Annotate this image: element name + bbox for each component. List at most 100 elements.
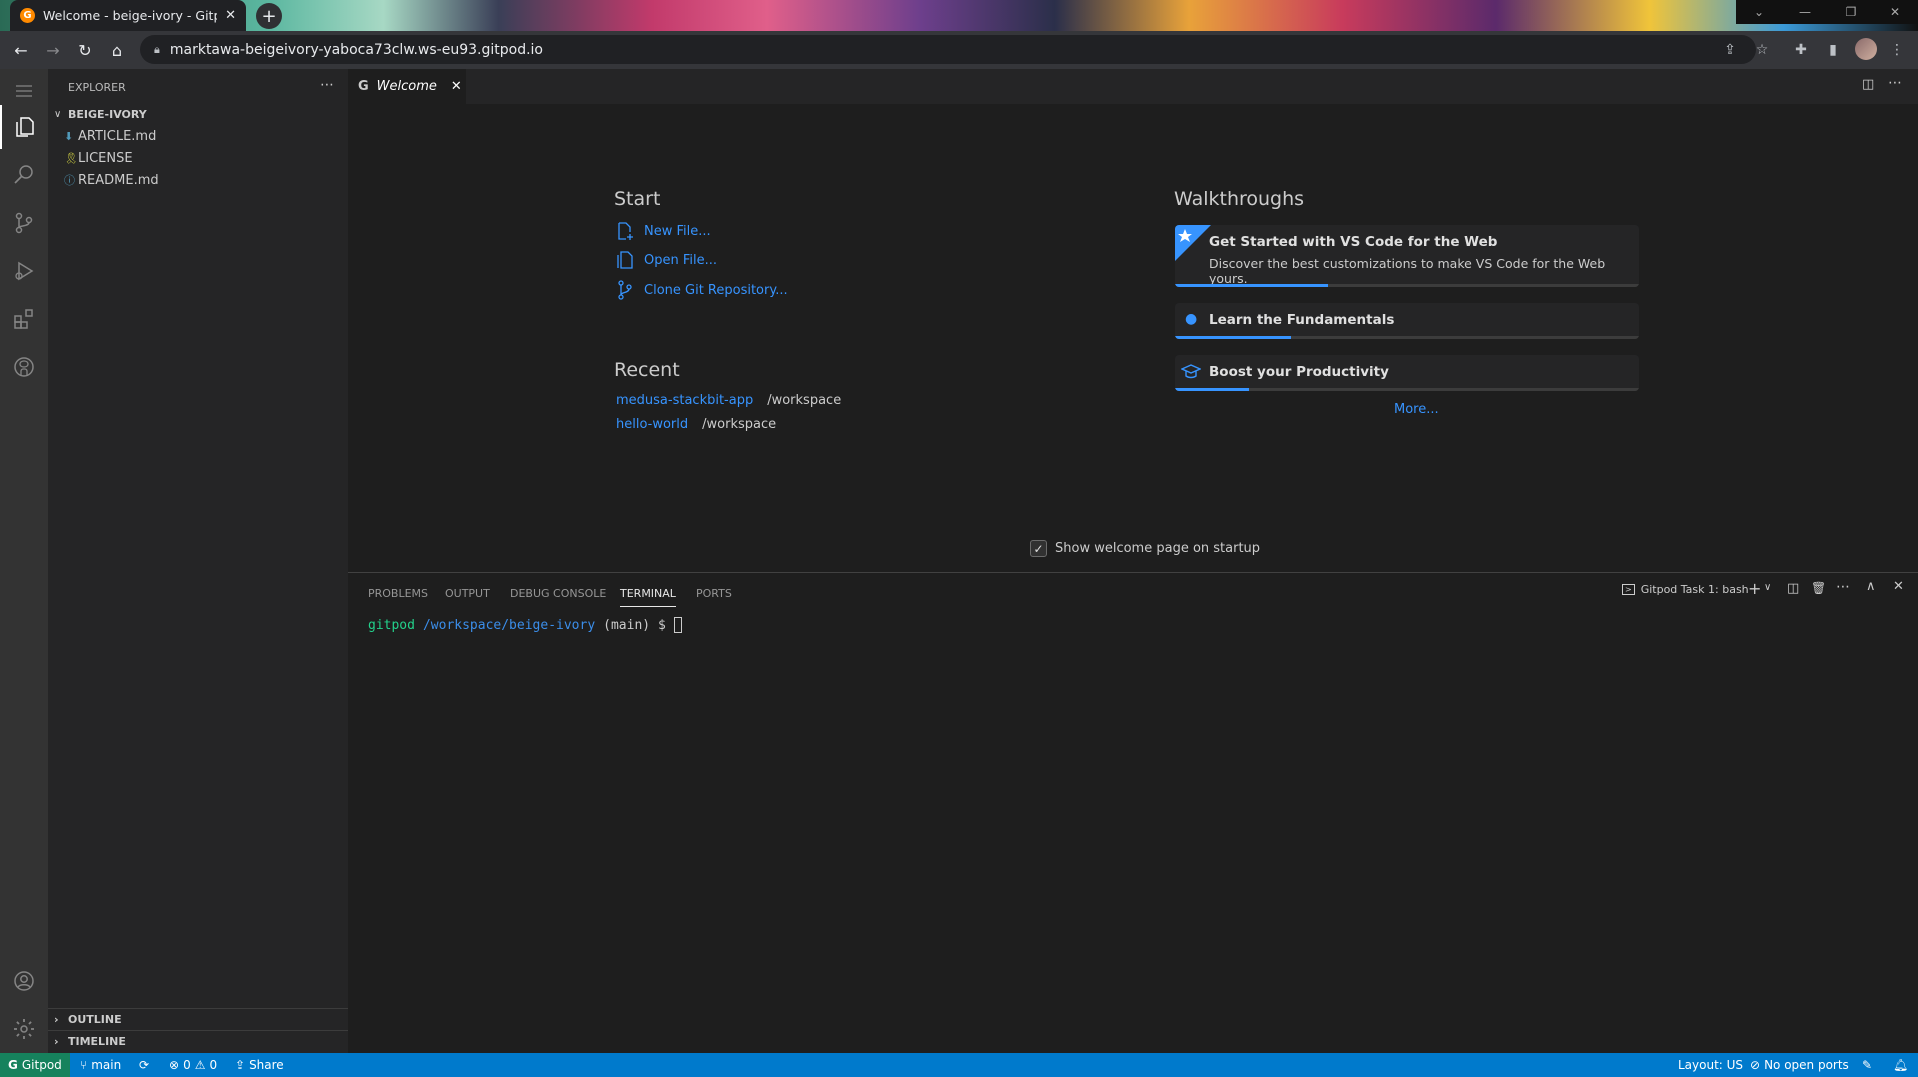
feedback-icon[interactable]: ✎ xyxy=(1862,1053,1872,1077)
browser-tab[interactable]: G Welcome - beige-ivory - Gitpod ✕ xyxy=(10,0,246,31)
walkthrough-card[interactable]: Get Started with VS Code for the Web Dis… xyxy=(1175,225,1639,287)
split-terminal-icon[interactable]: ◫ xyxy=(1787,581,1799,596)
terminal-cursor xyxy=(673,617,682,633)
start-heading: Start xyxy=(614,188,661,210)
file-item[interactable]: 🎗︎ LICENSE xyxy=(48,147,348,169)
error-icon: ⊗ xyxy=(169,1058,180,1072)
browser-menu-icon[interactable]: ⋮ xyxy=(1886,39,1908,61)
timeline-section[interactable]: › TIMELINE xyxy=(48,1030,348,1052)
new-terminal-icon[interactable]: + xyxy=(1748,579,1761,598)
gitpod-logo-icon: G xyxy=(358,79,369,94)
tab-ports[interactable]: PORTS xyxy=(696,587,732,600)
extensions-icon[interactable] xyxy=(0,297,48,341)
close-window-button[interactable]: ✕ xyxy=(1872,0,1918,24)
recent-heading: Recent xyxy=(614,359,680,381)
editor-tab-welcome[interactable]: G Welcome ✕ xyxy=(348,69,466,104)
new-tab-button[interactable]: + xyxy=(256,3,282,29)
source-control-icon[interactable] xyxy=(0,201,48,245)
terminal-prompt[interactable]: gitpod /workspace/beige-ivory (main) $ xyxy=(368,617,682,633)
run-debug-icon[interactable] xyxy=(0,249,48,293)
tab-search-icon[interactable]: ⌄ xyxy=(1736,0,1782,24)
file-item[interactable]: ⓘ README.md xyxy=(48,169,348,191)
git-branch-icon: ⑂ xyxy=(80,1058,88,1072)
more-walkthroughs-link[interactable]: More... xyxy=(1394,402,1439,417)
star-badge-icon xyxy=(1175,225,1211,261)
minimize-button[interactable]: — xyxy=(1782,0,1828,24)
trash-icon[interactable]: 🗑︎ xyxy=(1811,581,1826,595)
info-icon: ⓘ xyxy=(64,174,75,187)
restore-button[interactable]: ❐ xyxy=(1828,0,1874,24)
new-file-link[interactable]: New File... xyxy=(616,222,711,240)
walkthrough-card[interactable]: ● Learn the Fundamentals xyxy=(1175,303,1639,339)
show-welcome-startup[interactable]: ✓ Show welcome page on startup xyxy=(1030,540,1260,557)
status-bar: G Gitpod ⑂ main ⟳ ⊗ 0 ⚠ 0 ⇪ Share Layout… xyxy=(0,1053,1918,1077)
explorer-header: EXPLORER xyxy=(68,81,126,94)
branch-status-item[interactable]: ⑂ main xyxy=(80,1053,121,1077)
github-icon[interactable] xyxy=(0,345,48,389)
tab-problems[interactable]: PROBLEMS xyxy=(368,587,428,600)
share-page-icon[interactable]: ⇪ xyxy=(1719,39,1741,61)
bottom-panel: PROBLEMS OUTPUT DEBUG CONSOLE TERMINAL P… xyxy=(348,572,1918,1053)
share-icon: ⇪ xyxy=(235,1058,246,1072)
terminal-selector[interactable]: > Gitpod Task 1: bash xyxy=(1622,583,1749,596)
outline-section[interactable]: › OUTLINE xyxy=(48,1008,348,1030)
gitpod-status-item[interactable]: G Gitpod xyxy=(0,1053,70,1077)
warning-icon: ⚠ xyxy=(194,1058,206,1072)
maximize-panel-icon[interactable]: ∧ xyxy=(1866,579,1876,594)
forward-icon[interactable]: → xyxy=(42,39,64,61)
explorer-files-icon[interactable] xyxy=(0,105,48,149)
back-icon[interactable]: ← xyxy=(10,39,32,61)
reload-icon[interactable]: ↻ xyxy=(74,39,96,61)
checkbox-checked-icon[interactable]: ✓ xyxy=(1030,540,1047,557)
no-ports-icon: ⊘ xyxy=(1750,1058,1761,1072)
url-text: marktawa-beigeivory-yaboca73clw.ws-eu93.… xyxy=(169,41,543,58)
panel-more-icon[interactable]: ⋯ xyxy=(1836,579,1850,595)
tab-terminal[interactable]: TERMINAL xyxy=(620,587,676,607)
address-bar[interactable]: 🔒︎ marktawa-beigeivory-yaboca73clw.ws-eu… xyxy=(140,35,1756,64)
accounts-icon[interactable] xyxy=(0,959,48,1003)
editor-more-actions-icon[interactable]: ⋯ xyxy=(1888,75,1902,91)
close-tab-icon[interactable]: ✕ xyxy=(225,8,236,23)
close-tab-icon[interactable]: ✕ xyxy=(451,79,462,94)
chevron-down-icon[interactable]: ∨ xyxy=(1764,582,1771,593)
settings-gear-icon[interactable] xyxy=(0,1007,48,1051)
recent-item[interactable]: hello-world /workspace xyxy=(616,417,776,432)
sync-icon[interactable]: ⟳ xyxy=(139,1053,149,1077)
progress-bar xyxy=(1175,388,1639,391)
mortarboard-icon xyxy=(1181,364,1201,379)
share-status-item[interactable]: ⇪ Share xyxy=(235,1053,284,1077)
license-icon: 🎗︎ xyxy=(64,151,78,165)
ports-status-item[interactable]: ⊘ No open ports xyxy=(1750,1053,1849,1077)
file-item[interactable]: ⬇ ARTICLE.md xyxy=(48,125,348,147)
split-editor-icon[interactable]: ◫ xyxy=(1862,77,1874,92)
new-file-icon xyxy=(618,222,633,240)
problems-status-item[interactable]: ⊗ 0 ⚠ 0 xyxy=(169,1053,217,1077)
gitpod-logo-icon: G xyxy=(8,1058,18,1072)
tab-debug-console[interactable]: DEBUG CONSOLE xyxy=(510,587,606,600)
bookmark-star-icon[interactable]: ☆ xyxy=(1751,39,1773,61)
tab-output[interactable]: OUTPUT xyxy=(445,587,490,600)
explorer-root-folder[interactable]: ∨ BEIGE-IVORY xyxy=(48,103,348,125)
clone-repo-link[interactable]: Clone Git Repository... xyxy=(616,280,788,300)
chevron-right-icon: › xyxy=(54,1035,59,1048)
side-panel-icon[interactable]: ▮ xyxy=(1822,39,1844,61)
more-actions-icon[interactable]: ⋯ xyxy=(320,77,334,93)
browser-tab-title: Welcome - beige-ivory - Gitpod xyxy=(43,8,217,23)
lock-icon: 🔒︎ xyxy=(154,42,160,56)
editor-area xyxy=(348,69,1918,572)
git-branch-icon xyxy=(618,280,632,300)
home-icon[interactable]: ⌂ xyxy=(106,39,128,61)
search-icon[interactable] xyxy=(0,153,48,197)
markdown-icon: ⬇ xyxy=(64,129,74,143)
walkthrough-card[interactable]: Boost your Productivity xyxy=(1175,355,1639,391)
terminal-icon: > xyxy=(1622,584,1635,595)
activity-bar xyxy=(0,69,48,1053)
layout-status-item[interactable]: Layout: US xyxy=(1678,1053,1743,1077)
progress-bar xyxy=(1175,284,1639,287)
notifications-bell-icon[interactable]: 🔔︎ xyxy=(1893,1053,1908,1077)
close-panel-icon[interactable]: ✕ xyxy=(1893,579,1904,594)
profile-avatar[interactable] xyxy=(1855,38,1877,60)
open-file-link[interactable]: Open File... xyxy=(616,251,717,269)
recent-item[interactable]: medusa-stackbit-app /workspace xyxy=(616,393,841,408)
extensions-puzzle-icon[interactable]: ✚ xyxy=(1790,39,1812,61)
